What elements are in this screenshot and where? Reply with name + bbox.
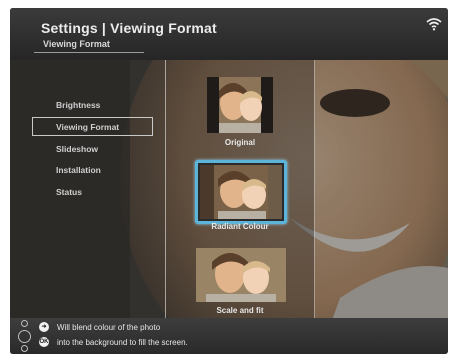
option-label: Radiant Colour xyxy=(211,222,269,231)
menu-item-installation[interactable]: Installation xyxy=(56,165,101,175)
header-bar: Settings | Viewing Format Viewing Format xyxy=(10,8,448,60)
option-original[interactable]: Original xyxy=(166,60,314,150)
screen: Settings | Viewing Format Viewing Format… xyxy=(10,8,448,354)
menu-item-status[interactable]: Status xyxy=(56,187,82,197)
navigate-icon: ➜ xyxy=(39,322,49,332)
nav-pad-icon xyxy=(18,330,31,343)
menu-item-viewing-format[interactable]: Viewing Format xyxy=(56,122,119,132)
hint-text-line-2: into the background to fill the screen. xyxy=(57,338,188,347)
menu-item-slideshow[interactable]: Slideshow xyxy=(56,144,98,154)
radiant-colour-thumbnail xyxy=(200,165,282,219)
ok-icon: OK xyxy=(39,337,49,347)
column-divider xyxy=(314,60,315,318)
viewing-format-options: Original Radiant Colour Scale and fit xyxy=(166,60,314,318)
scale-and-fit-thumbnail xyxy=(196,248,286,302)
footer-hint-bar: ➜ OK Will blend colour of the photo into… xyxy=(10,318,448,354)
settings-menu xyxy=(10,60,165,318)
page-title: Settings | Viewing Format xyxy=(41,20,217,36)
nav-up-indicator-icon xyxy=(21,320,28,327)
original-thumbnail xyxy=(207,77,273,133)
wifi-icon xyxy=(426,18,442,31)
column-divider xyxy=(165,60,166,318)
subtitle-underline xyxy=(34,52,144,53)
option-label: Scale and fit xyxy=(216,306,264,315)
option-scale-and-fit[interactable]: Scale and fit xyxy=(166,240,314,318)
menu-item-brightness[interactable]: Brightness xyxy=(56,100,100,110)
option-label: Original xyxy=(224,138,256,147)
photo-frame-display: Settings | Viewing Format Viewing Format… xyxy=(0,0,457,362)
option-radiant-colour[interactable]: Radiant Colour xyxy=(166,156,314,236)
section-subtitle: Viewing Format xyxy=(43,39,110,49)
hint-text-line-1: Will blend colour of the photo xyxy=(57,323,161,332)
nav-down-indicator-icon xyxy=(21,345,28,352)
